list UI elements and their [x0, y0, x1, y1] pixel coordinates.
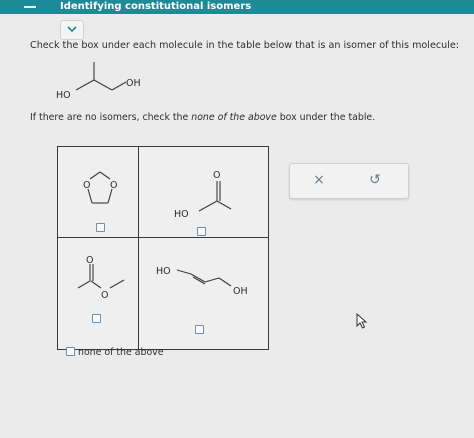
- hint-text-end: box under the table.: [276, 112, 376, 123]
- ketone-o-label: O: [213, 170, 220, 181]
- diol-ho-label: HO: [156, 266, 171, 277]
- none-of-the-above-label: none of the above: [78, 347, 164, 358]
- dioxolane-structure: O O: [83, 171, 117, 204]
- reference-molecule: HO OH: [56, 62, 141, 101]
- ref-oh-label: OH: [126, 78, 141, 89]
- butenediol-checkbox[interactable]: [195, 325, 204, 334]
- chevron-down-icon: [67, 26, 77, 33]
- dioxolane-checkbox[interactable]: [96, 223, 105, 232]
- question-prompt: Check the box under each molecule in the…: [30, 40, 460, 51]
- undo-button[interactable]: ↺: [364, 170, 386, 190]
- butenediol-structure: HO OH: [156, 266, 248, 297]
- pointer-cursor-icon: [356, 313, 368, 329]
- table-cell-butenediol: HO OH: [139, 238, 268, 349]
- methyl-ester-structure: O O: [77, 255, 125, 301]
- methyl-ester-checkbox[interactable]: [92, 314, 101, 323]
- page-title: Identifying constitutional isomers: [60, 1, 252, 12]
- dioxolane-o-left: O: [83, 180, 90, 191]
- hint-text: If there are no isomers, check the: [30, 112, 192, 123]
- ketone-ho-label: HO: [174, 209, 189, 219]
- menu-dash-icon[interactable]: [24, 6, 36, 8]
- table-cell-dioxolane: O O: [58, 147, 138, 237]
- table-cell-methyl-ester: O O: [58, 238, 138, 349]
- table-cell-hydroxy-ketone: O HO: [139, 147, 268, 237]
- collapse-button[interactable]: [60, 20, 84, 40]
- dioxolane-o-right: O: [110, 180, 117, 191]
- clear-button[interactable]: ×: [308, 170, 330, 190]
- answer-tools-panel: × ↺: [289, 163, 409, 199]
- hydroxy-ketone-checkbox[interactable]: [197, 227, 206, 236]
- undo-icon: ↺: [369, 172, 381, 188]
- none-of-the-above-option[interactable]: none of the above: [66, 346, 164, 358]
- header-bar: Identifying constitutional isomers: [0, 0, 474, 14]
- ester-o-mid-label: O: [101, 290, 108, 301]
- none-of-the-above-checkbox[interactable]: [66, 347, 75, 356]
- ref-ho-label: HO: [56, 90, 71, 101]
- hint-emphasis: none of the above: [191, 112, 277, 123]
- diol-oh-label: OH: [233, 286, 248, 297]
- molecule-table: O O O HO O O HO OH: [57, 146, 269, 350]
- ester-o-top-label: O: [86, 255, 93, 266]
- x-icon: ×: [313, 172, 325, 188]
- question-hint: If there are no isomers, check the none …: [30, 112, 375, 123]
- hydroxy-ketone-structure: O HO: [174, 170, 232, 219]
